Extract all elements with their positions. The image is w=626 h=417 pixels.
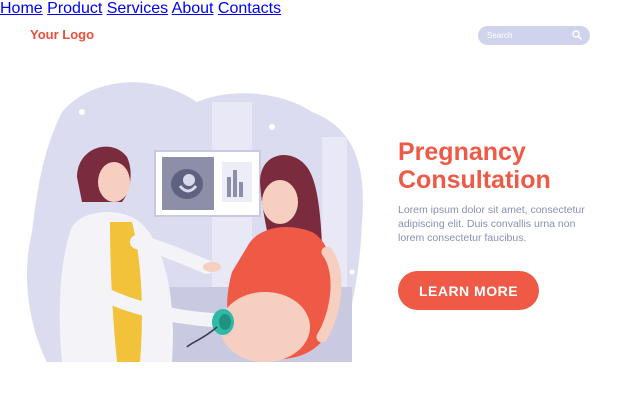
search-bar[interactable] bbox=[478, 26, 590, 45]
patient-face bbox=[262, 180, 298, 224]
patient-belly bbox=[220, 292, 310, 362]
logo[interactable]: Your Logo bbox=[30, 27, 94, 42]
hero-description: Lorem ipsum dolor sit amet, consectetur … bbox=[398, 203, 598, 245]
nav-home[interactable]: Home bbox=[0, 0, 43, 17]
hero-title-line: Pregnancy bbox=[398, 138, 526, 166]
sparkle bbox=[79, 109, 85, 115]
hero-title: Pregnancy Consultation bbox=[398, 138, 608, 194]
doctor-face bbox=[98, 162, 130, 202]
hero-title-line: Consultation bbox=[398, 166, 551, 194]
hero-description-line: adipiscing elit. Duis convallis urna non bbox=[398, 218, 576, 230]
hero-description-line: Lorem ipsum dolor sit amet, consectetur bbox=[398, 204, 585, 216]
nav-about[interactable]: About bbox=[172, 0, 214, 17]
nav-contacts[interactable]: Contacts bbox=[218, 0, 281, 17]
pregnancy-consultation-illustration bbox=[27, 82, 363, 362]
hero-description-line: lorem consectetur faucibus. bbox=[398, 232, 527, 244]
search-input[interactable] bbox=[487, 31, 567, 40]
main-nav: Home Product Services About Contacts bbox=[0, 0, 626, 18]
search-icon[interactable] bbox=[572, 30, 582, 40]
sparkle bbox=[349, 269, 355, 275]
sparkle bbox=[269, 124, 275, 130]
nav-services[interactable]: Services bbox=[107, 0, 168, 17]
learn-more-button[interactable]: LEARN MORE bbox=[398, 271, 539, 310]
nav-product[interactable]: Product bbox=[47, 0, 102, 17]
